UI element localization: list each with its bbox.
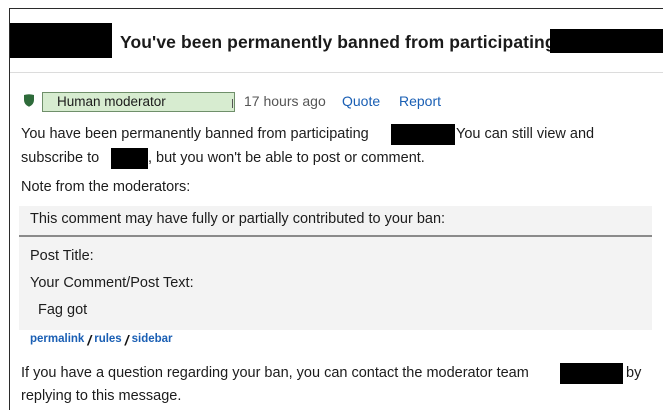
author-tag[interactable]: Human moderator xyxy=(42,92,235,112)
contact-text-line2: replying to this message. xyxy=(21,388,182,404)
sidebar-link[interactable]: sidebar xyxy=(132,333,173,345)
message-panel: You've been permanently banned from part… xyxy=(9,8,663,410)
message-title: You've been permanently banned from part… xyxy=(120,32,556,52)
quote-links: permalink / rules / sidebar xyxy=(30,329,173,348)
message-header: You've been permanently banned from part… xyxy=(10,9,663,73)
contact-text-line1-start: If you have a question regarding your ba… xyxy=(21,365,529,381)
comment-text: Fag got xyxy=(38,302,88,318)
moderator-note-heading: Note from the moderators: xyxy=(21,179,191,195)
quote-link[interactable]: Quote xyxy=(342,93,380,109)
ban-text-line2-start: subscribe to xyxy=(21,150,100,166)
ban-text-line1-start: You have been permanently banned from pa… xyxy=(21,126,369,142)
post-title-label: Post Title: xyxy=(30,248,94,264)
redacted-subreddit-inline-2 xyxy=(111,148,148,169)
moderator-shield-icon xyxy=(24,94,34,107)
redacted-title-block xyxy=(550,29,663,53)
quote-divider xyxy=(19,235,652,237)
link-separator: / xyxy=(87,332,92,348)
permalink-link[interactable]: permalink xyxy=(30,333,84,345)
link-separator: / xyxy=(124,332,129,348)
redacted-subreddit-block xyxy=(10,23,112,58)
comment-text-label: Your Comment/Post Text: xyxy=(30,275,194,291)
tag-divider xyxy=(232,99,233,108)
redacted-subreddit-inline-1 xyxy=(391,124,455,145)
contact-text-line1-end: by xyxy=(626,365,642,381)
rules-link[interactable]: rules xyxy=(94,333,122,345)
timestamp: 17 hours ago xyxy=(244,93,326,109)
redacted-subreddit-inline-3 xyxy=(560,363,623,384)
quote-heading: This comment may have fully or partially… xyxy=(30,211,446,227)
ban-text-line1-end: You can still view and xyxy=(456,126,595,142)
ban-text-line2-end: , but you won't be able to post or comme… xyxy=(148,150,425,166)
message-meta: Human moderator 17 hours ago Quote Repor… xyxy=(10,90,650,112)
report-link[interactable]: Report xyxy=(399,93,441,109)
